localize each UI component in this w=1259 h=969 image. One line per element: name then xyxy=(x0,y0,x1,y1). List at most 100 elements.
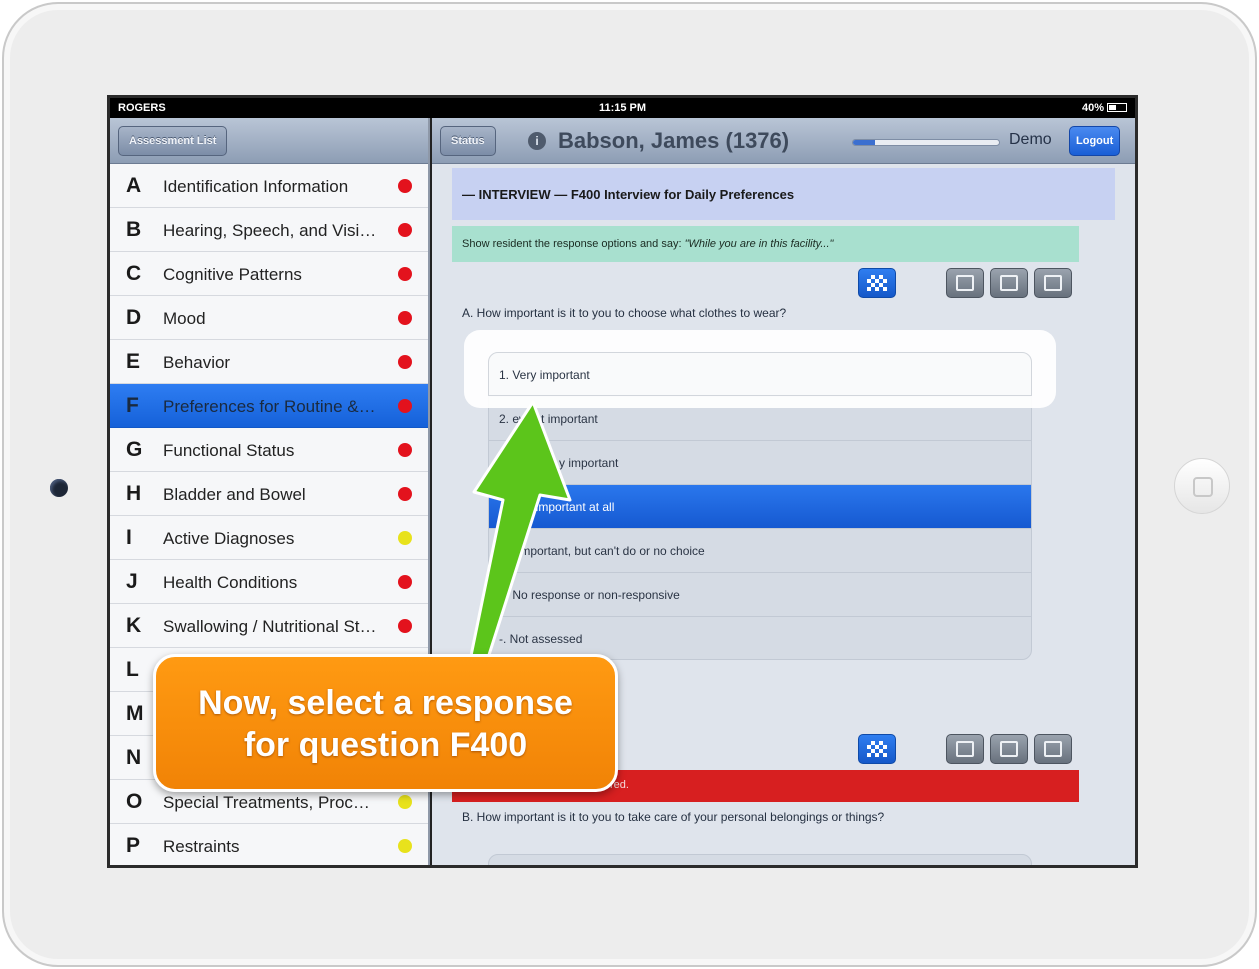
section-letter: M xyxy=(126,702,144,725)
status-button[interactable]: Status xyxy=(440,126,496,156)
section-letter: D xyxy=(126,306,142,329)
section-letter: B xyxy=(126,218,142,241)
status-dot-icon xyxy=(398,311,412,325)
section-title: Cognitive Patterns xyxy=(163,265,302,284)
calculator-button[interactable] xyxy=(1034,268,1072,298)
question-a: A. How important is it to you to choose … xyxy=(462,306,787,320)
clock: 11:15 PM xyxy=(598,102,647,114)
section-title: Special Treatments, Proc… xyxy=(163,793,370,812)
section-letter: C xyxy=(126,262,142,285)
section-letter: P xyxy=(126,834,141,857)
section-title: Mood xyxy=(163,309,206,328)
status-dot-icon xyxy=(398,487,412,501)
section-letter: E xyxy=(126,350,141,373)
instruction-banner: Show resident the response options and s… xyxy=(452,226,1079,262)
battery-indicator: 40% xyxy=(1082,102,1127,114)
edit-note-button[interactable] xyxy=(946,268,984,298)
section-title: Identification Information xyxy=(163,177,349,196)
status-dot-icon xyxy=(398,795,412,809)
edit-note-button-b[interactable] xyxy=(946,734,984,764)
calculator-icon xyxy=(1044,741,1062,757)
section-letter: G xyxy=(126,438,143,461)
answer-option[interactable]: t important at all xyxy=(489,485,1031,529)
section-letter: F xyxy=(126,394,139,417)
section-letter: N xyxy=(126,746,142,769)
status-dot-icon xyxy=(398,399,412,413)
section-item-b[interactable]: B Hearing, Speech, and Visi… xyxy=(110,208,428,252)
status-dot-icon xyxy=(398,223,412,237)
section-item-e[interactable]: E Behavior xyxy=(110,340,428,384)
status-dot-icon xyxy=(398,443,412,457)
calculator-button-b[interactable] xyxy=(1034,734,1072,764)
section-item-j[interactable]: J Health Conditions xyxy=(110,560,428,604)
section-item-p[interactable]: P Restraints xyxy=(110,824,428,865)
home-button[interactable] xyxy=(1174,458,1230,514)
notes-button[interactable] xyxy=(990,268,1028,298)
section-title: Bladder and Bowel xyxy=(163,485,306,504)
camera-icon xyxy=(50,479,68,497)
sidebar-navbar: Assessment List xyxy=(110,118,428,164)
section-letter: H xyxy=(126,482,142,505)
status-dot-icon xyxy=(398,267,412,281)
section-item-i[interactable]: I Active Diagnoses xyxy=(110,516,428,560)
assessment-list-button[interactable]: Assessment List xyxy=(118,126,228,156)
edit-icon xyxy=(956,275,974,291)
section-title: Hearing, Speech, and Visi… xyxy=(163,221,377,240)
logout-button[interactable]: Logout xyxy=(1069,126,1121,156)
callout-line-1: Now, select a response xyxy=(198,684,573,722)
answer-option-highlighted[interactable]: 1. Very important xyxy=(488,352,1032,396)
section-letter: I xyxy=(126,526,132,549)
section-title: Behavior xyxy=(163,353,231,372)
status-dot-icon xyxy=(398,619,412,633)
battery-icon xyxy=(1107,103,1127,112)
section-item-g[interactable]: G Functional Status xyxy=(110,428,428,472)
status-dot-icon xyxy=(398,575,412,589)
section-item-k[interactable]: K Swallowing / Nutritional St… xyxy=(110,604,428,648)
answer-list-b xyxy=(488,854,1032,865)
section-item-c[interactable]: C Cognitive Patterns xyxy=(110,252,428,296)
status-dot-icon xyxy=(398,355,412,369)
section-item-f[interactable]: F Preferences for Routine &… xyxy=(110,384,428,428)
answer-option[interactable]: Important, but can't do or no choice xyxy=(489,529,1031,573)
grid-view-button-b[interactable] xyxy=(858,734,896,764)
notes-icon xyxy=(1000,275,1018,291)
progress-fill xyxy=(853,140,875,145)
checkerboard-icon xyxy=(867,741,887,757)
status-dot-icon xyxy=(398,839,412,853)
grid-view-button[interactable] xyxy=(858,268,896,298)
status-dot-icon xyxy=(398,531,412,545)
main-navbar: Status i Babson, James (1376) Demo Logou… xyxy=(432,118,1135,164)
battery-percent: 40% xyxy=(1081,102,1104,114)
progress-bar xyxy=(852,139,1000,146)
section-letter: L xyxy=(126,658,139,681)
tutorial-callout: Now, select a response for question F400 xyxy=(153,654,618,792)
instruction-quote: "While you are in this facility..." xyxy=(684,238,834,250)
section-item-d[interactable]: D Mood xyxy=(110,296,428,340)
section-header: — INTERVIEW — F400 Interview for Daily P… xyxy=(452,168,1115,220)
patient-name: Babson, James (1376) xyxy=(558,128,790,153)
notes-button-b[interactable] xyxy=(990,734,1028,764)
section-item-a[interactable]: A Identification Information xyxy=(110,164,428,208)
calculator-icon xyxy=(1044,275,1062,291)
section-letter: K xyxy=(126,614,142,637)
section-title: Restraints xyxy=(163,837,240,856)
edit-icon xyxy=(956,741,974,757)
notes-icon xyxy=(1000,741,1018,757)
section-title: Preferences for Routine &… xyxy=(163,397,376,416)
section-item-h[interactable]: H Bladder and Bowel xyxy=(110,472,428,516)
section-title: Health Conditions xyxy=(163,573,298,592)
section-letter: O xyxy=(126,790,143,813)
home-square-icon xyxy=(1193,477,1213,497)
info-icon[interactable]: i xyxy=(528,132,546,150)
checkerboard-icon xyxy=(867,275,887,291)
status-dot-icon xyxy=(398,179,412,193)
answer-option[interactable]: 9. No response or non-responsive xyxy=(489,573,1031,617)
section-title: Active Diagnoses xyxy=(163,529,295,548)
section-letter: J xyxy=(126,570,138,593)
instruction-text: Show resident the response options and s… xyxy=(462,238,685,250)
question-b: B. How important is it to you to take ca… xyxy=(462,810,885,824)
answer-option[interactable]: y important xyxy=(489,441,1031,485)
section-letter: A xyxy=(126,174,142,197)
section-title: Functional Status xyxy=(163,441,295,460)
user-label: Demo xyxy=(1009,131,1052,148)
